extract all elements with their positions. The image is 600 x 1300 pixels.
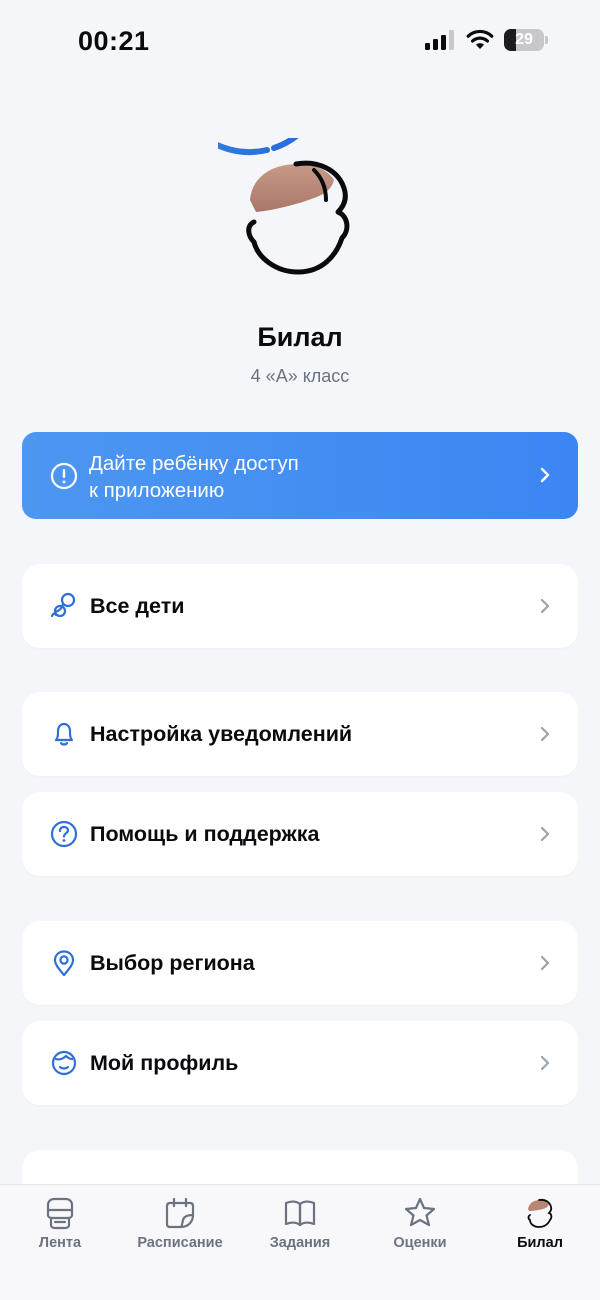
- profile-avatar[interactable]: [169, 0, 382, 302]
- profile-class: 4 «А» класс: [250, 366, 350, 386]
- battery-icon: 29: [504, 29, 548, 51]
- children-icon: [50, 592, 76, 618]
- tab-label: Задания: [269, 1235, 331, 1251]
- wifi-icon: [466, 29, 494, 49]
- calendar-icon: [165, 1197, 195, 1229]
- book-icon: [284, 1200, 316, 1227]
- chevron-right-icon: [540, 955, 550, 971]
- tab-label: Лента: [38, 1235, 82, 1251]
- tab-schedule[interactable]: Расписание: [120, 1185, 240, 1265]
- alert-circle-icon: [50, 462, 78, 490]
- help-circle-icon: [50, 820, 78, 848]
- menu-item-region[interactable]: Выбор региона: [22, 921, 578, 1005]
- menu-item-notifications[interactable]: Настройка уведомлений: [22, 692, 578, 776]
- tab-tasks[interactable]: Задания: [240, 1185, 360, 1265]
- profile-face-icon: [51, 1050, 77, 1076]
- give-child-access-banner[interactable]: Дайте ребёнку доступ к приложению: [22, 432, 578, 519]
- star-icon: [404, 1197, 436, 1227]
- tab-profile[interactable]: Билал: [480, 1185, 600, 1265]
- chevron-right-icon: [540, 726, 550, 742]
- child-avatar-icon: [169, 0, 350, 275]
- bell-icon: [54, 722, 74, 746]
- chevron-right-icon: [540, 1055, 550, 1071]
- status-bar: 00:21 29: [0, 0, 600, 82]
- location-pin-icon: [53, 950, 75, 977]
- tab-label: Билал: [517, 1235, 563, 1251]
- status-time: 00:21: [78, 26, 150, 56]
- menu-label: Выбор региона: [90, 951, 255, 975]
- signal-icon: [425, 30, 454, 50]
- profile-name: Билал: [257, 322, 343, 352]
- menu-item-all-children[interactable]: Все дети: [22, 564, 578, 648]
- chevron-right-icon: [540, 826, 550, 842]
- menu-item-my-profile[interactable]: Мой профиль: [22, 1021, 578, 1105]
- chevron-right-icon: [540, 467, 550, 483]
- tab-grades[interactable]: Оценки: [360, 1185, 480, 1265]
- banner-line-2: к приложению: [89, 479, 225, 502]
- tab-bar: Лента Расписание Задания Оценки Билал: [0, 1184, 600, 1300]
- banner-text: Дайте ребёнку доступ к приложению: [89, 450, 489, 504]
- feed-icon: [46, 1197, 74, 1230]
- tab-label: Оценки: [393, 1235, 447, 1251]
- tab-label: Расписание: [137, 1235, 223, 1251]
- menu-label: Помощь и поддержка: [90, 822, 320, 846]
- menu-item-help[interactable]: Помощь и поддержка: [22, 792, 578, 876]
- menu-label: Мой профиль: [90, 1051, 239, 1075]
- banner-line-1: Дайте ребёнку доступ: [89, 452, 299, 475]
- menu-label: Все дети: [90, 594, 185, 618]
- menu-label: Настройка уведомлений: [90, 722, 353, 746]
- chevron-right-icon: [540, 598, 550, 614]
- tab-feed[interactable]: Лента: [0, 1185, 120, 1265]
- child-avatar-icon: [527, 1198, 553, 1228]
- battery-level: 29: [515, 31, 533, 48]
